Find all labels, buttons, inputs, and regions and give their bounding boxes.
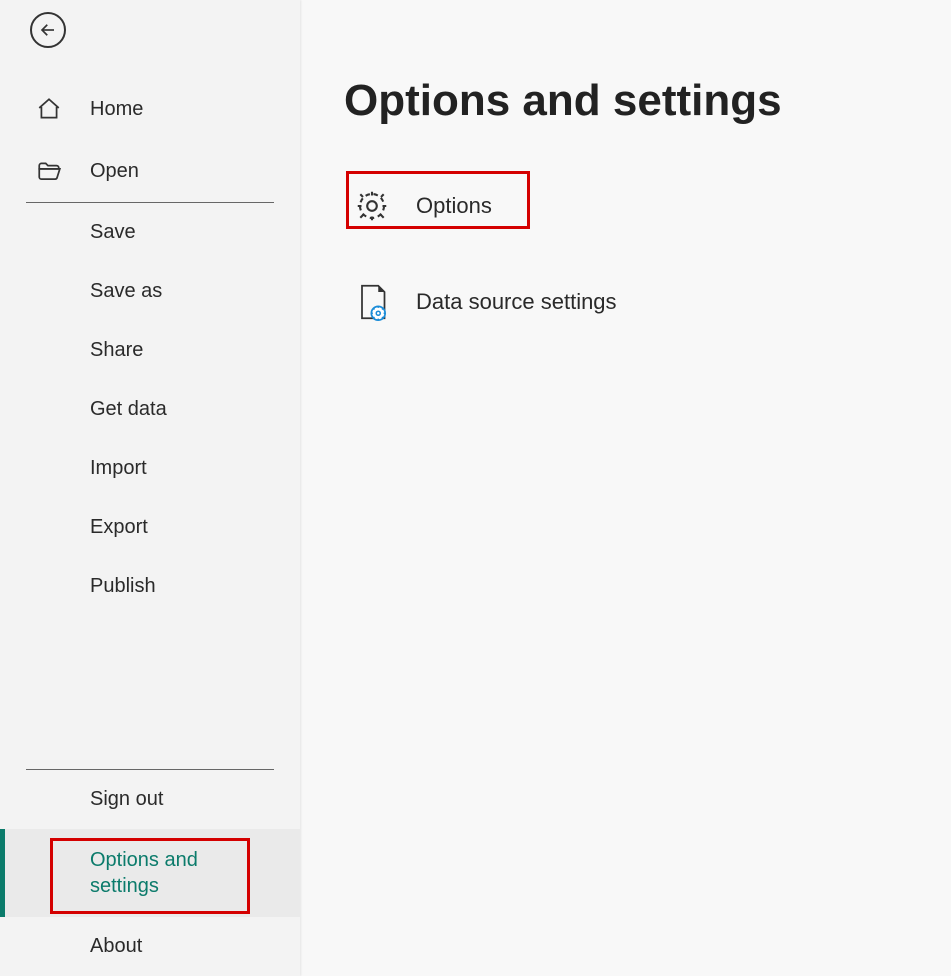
arrow-left-icon bbox=[39, 21, 57, 39]
sidebar-item-label: Save as bbox=[90, 280, 162, 303]
main-content: Options and settings Options Data sou bbox=[300, 0, 951, 976]
sidebar-item-label: Home bbox=[90, 98, 143, 121]
back-button[interactable] bbox=[30, 12, 66, 48]
sidebar-item-options-settings[interactable]: Options and settings bbox=[0, 829, 300, 917]
option-label: Data source settings bbox=[416, 289, 617, 315]
home-icon bbox=[36, 96, 62, 122]
sidebar-item-sign-out[interactable]: Sign out bbox=[0, 770, 300, 829]
sidebar-item-get-data[interactable]: Get data bbox=[0, 380, 300, 439]
option-data-source-settings[interactable]: Data source settings bbox=[344, 268, 951, 336]
sidebar: Home Open Save Save as Share G bbox=[0, 0, 300, 976]
option-label: Options bbox=[416, 193, 492, 219]
page-title: Options and settings bbox=[344, 76, 951, 126]
sidebar-item-label: Share bbox=[90, 339, 143, 362]
sidebar-item-home[interactable]: Home bbox=[0, 78, 300, 140]
sidebar-item-import[interactable]: Import bbox=[0, 439, 300, 498]
gear-icon bbox=[354, 188, 390, 224]
sidebar-item-label: Get data bbox=[90, 398, 167, 421]
data-source-icon bbox=[354, 282, 390, 322]
sidebar-item-export[interactable]: Export bbox=[0, 498, 300, 557]
sidebar-item-label: Save bbox=[90, 221, 136, 244]
sidebar-item-label: Options and settings bbox=[90, 847, 220, 899]
sidebar-item-publish[interactable]: Publish bbox=[0, 557, 300, 616]
sidebar-item-label: Publish bbox=[90, 575, 156, 598]
sidebar-item-save-as[interactable]: Save as bbox=[0, 262, 300, 321]
sidebar-item-save[interactable]: Save bbox=[0, 203, 300, 262]
sidebar-item-label: Export bbox=[90, 516, 148, 539]
folder-open-icon bbox=[36, 158, 62, 184]
sidebar-item-label: Open bbox=[90, 160, 139, 183]
sidebar-menu: Home Open Save Save as Share G bbox=[0, 78, 300, 976]
sidebar-item-label: About bbox=[90, 935, 142, 958]
option-options[interactable]: Options bbox=[344, 174, 951, 238]
sidebar-item-share[interactable]: Share bbox=[0, 321, 300, 380]
sidebar-item-label: Sign out bbox=[90, 788, 163, 811]
sidebar-item-label: Import bbox=[90, 457, 147, 480]
sidebar-item-open[interactable]: Open bbox=[0, 140, 300, 202]
sidebar-item-about[interactable]: About bbox=[0, 917, 300, 976]
